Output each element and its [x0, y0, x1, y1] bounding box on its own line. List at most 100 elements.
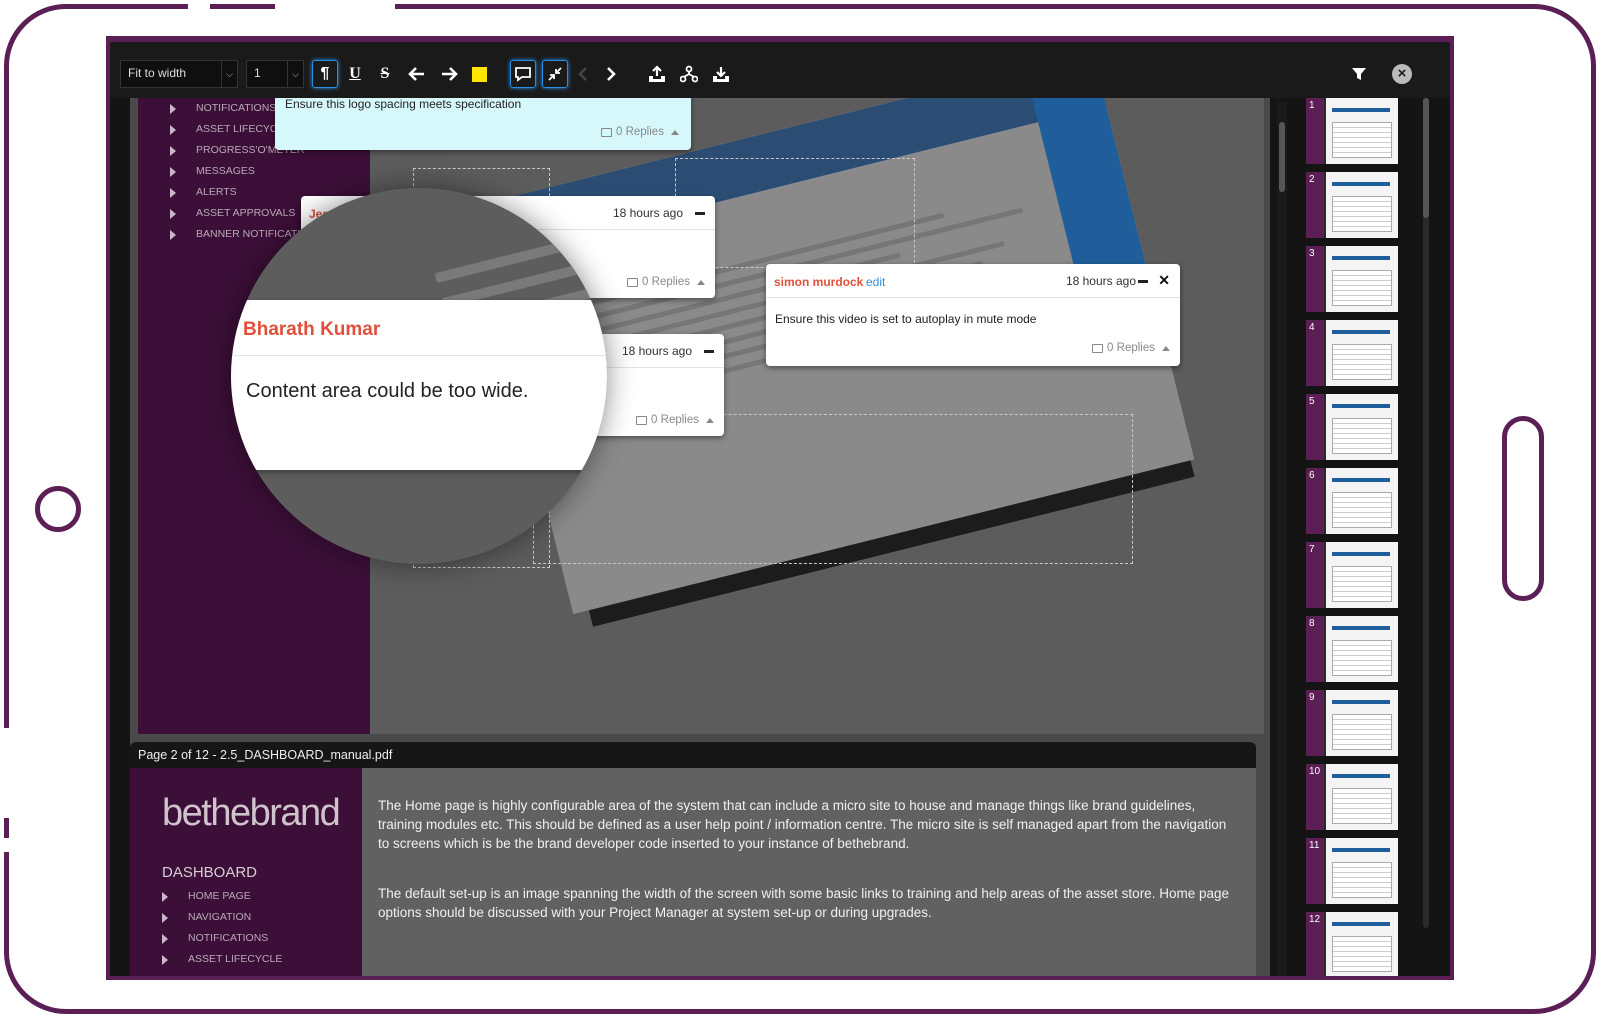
strikethrough-icon: S [380, 65, 390, 82]
next-button[interactable] [598, 60, 624, 88]
page-label: Page 2 of 12 - 2.5_DASHBOARD_manual.pdf [130, 742, 1256, 768]
chevron-down-icon: ⌵ [287, 61, 303, 87]
edit-link[interactable]: edit [866, 275, 885, 289]
document-viewport: NOTIFICATIONS ASSET LIFECYCLE PROGRESS'O… [130, 98, 1270, 976]
magnified-comment-card[interactable]: Bharath Kumar Content area could be too … [231, 300, 607, 470]
page-thumbnail[interactable]: 1 [1306, 98, 1398, 164]
annotation-region[interactable] [533, 414, 1133, 564]
share-button[interactable] [676, 60, 702, 88]
comment-icon [627, 277, 639, 287]
frame-gap [275, 0, 395, 12]
thumbnail-number: 1 [1309, 100, 1315, 111]
minimize-icon[interactable] [695, 212, 705, 215]
thumbnail-panel: 1 2 3 4 5 6 7 8 9 10 11 12 [1300, 98, 1420, 976]
document-scrollbar[interactable] [1277, 102, 1287, 976]
thumbnail-number: 9 [1309, 692, 1315, 703]
pilcrow-icon: ¶ [320, 65, 330, 82]
thumbnail-number: 2 [1309, 174, 1315, 185]
scrollbar-thumb[interactable] [1279, 122, 1285, 192]
page-thumbnail[interactable]: 12 [1306, 912, 1398, 976]
comment-author: Bharath Kumar [243, 319, 381, 340]
page-thumbnail[interactable]: 4 [1306, 320, 1398, 386]
caret-up-icon [670, 129, 679, 135]
comment-icon [601, 127, 612, 137]
chevron-down-icon: ⌵ [221, 61, 237, 87]
replies-toggle[interactable]: 0 Replies [1092, 342, 1170, 354]
collapse-icon [548, 67, 562, 81]
upload-button[interactable] [644, 60, 670, 88]
comment-card[interactable]: Ensure this logo spacing meets specifica… [275, 98, 691, 150]
thumbnail-number: 8 [1309, 618, 1315, 629]
comment-icon [515, 67, 531, 82]
page-thumbnail[interactable]: 11 [1306, 838, 1398, 904]
replies-count: 0 Replies [616, 126, 664, 138]
arrow-right-icon [442, 67, 458, 81]
comment-icon [1092, 343, 1104, 353]
underline-icon: U [349, 65, 361, 82]
thumbnail-scrollbar[interactable] [1423, 98, 1429, 928]
arrow-left-icon [408, 67, 424, 81]
chevron-right-icon [607, 67, 616, 81]
page-thumbnail[interactable]: 7 [1306, 542, 1398, 608]
minimize-icon[interactable] [1138, 280, 1148, 283]
comment-card[interactable]: simon murdock edit 18 hours ago ✕ Ensure… [766, 264, 1180, 366]
replies-count: 0 Replies [642, 276, 690, 288]
thumbnail-number: 6 [1309, 470, 1315, 481]
nav-item: ALERTS [168, 182, 316, 203]
color-swatch-icon [471, 66, 487, 82]
previous-button[interactable] [570, 60, 596, 88]
page-thumbnail[interactable]: 6 [1306, 468, 1398, 534]
page-1: NOTIFICATIONS ASSET LIFECYCLE PROGRESS'O… [138, 98, 1264, 734]
nav-item: NAVIGATION [160, 907, 282, 928]
caret-up-icon [1162, 345, 1170, 351]
comment-time: 18 hours ago [621, 344, 692, 358]
page-thumbnail[interactable]: 8 [1306, 616, 1398, 682]
filter-icon [1352, 68, 1366, 80]
nav-item: HOME PAGE [160, 886, 282, 907]
page-thumbnail[interactable]: 2 [1306, 172, 1398, 238]
page-thumbnail[interactable]: 3 [1306, 246, 1398, 312]
minimize-icon[interactable] [704, 350, 714, 353]
comment-time: 18 hours ago [1065, 274, 1136, 288]
filter-button[interactable] [1346, 60, 1372, 88]
replies-toggle[interactable]: 0 Replies [627, 276, 705, 288]
highlight-color-button[interactable] [466, 60, 492, 88]
side-button [1502, 416, 1544, 601]
caret-up-icon [697, 279, 705, 285]
strikethrough-button[interactable]: S [372, 60, 398, 88]
hierarchy-icon [680, 65, 698, 83]
replies-count: 0 Replies [651, 414, 699, 426]
close-icon[interactable]: ✕ [1158, 272, 1170, 289]
zoom-select[interactable]: Fit to width ⌵ [120, 60, 238, 88]
scrollbar-thumb[interactable] [1423, 98, 1429, 218]
toolbar: Fit to width ⌵ 1 ⌵ ¶ U S × [110, 42, 1450, 98]
collapse-button[interactable] [542, 60, 568, 88]
comment-author: simon murdock [774, 275, 864, 289]
nav-item: MESSAGES [168, 161, 316, 182]
thumbnail-number: 3 [1309, 248, 1315, 259]
replies-toggle[interactable]: 0 Replies [601, 126, 679, 138]
thumbnail-number: 10 [1309, 766, 1321, 777]
thumbnail-number: 11 [1309, 840, 1320, 851]
page-thumbnail[interactable]: 9 [1306, 690, 1398, 756]
comment-body: Ensure this video is set to autoplay in … [775, 312, 1037, 326]
comment-header: Bharath Kumar [231, 300, 607, 356]
page-select[interactable]: 1 ⌵ [246, 60, 304, 88]
arrow-right-button[interactable] [436, 60, 462, 88]
underline-button[interactable]: U [342, 60, 368, 88]
page-thumbnail[interactable]: 5 [1306, 394, 1398, 460]
viewer-screen: Fit to width ⌵ 1 ⌵ ¶ U S × NOTIFICATIONS… [106, 36, 1454, 980]
arrow-left-button[interactable] [404, 60, 430, 88]
comment-button[interactable] [510, 60, 536, 88]
thumbnail-number: 12 [1309, 914, 1321, 925]
brand-logo: bethebrand [162, 792, 341, 834]
comment-icon [636, 415, 648, 425]
body-paragraph: The Home page is highly configurable are… [378, 798, 1227, 851]
download-button[interactable] [708, 60, 734, 88]
replies-toggle[interactable]: 0 Replies [636, 414, 714, 426]
close-viewer-button[interactable]: × [1392, 64, 1412, 84]
close-icon: × [1397, 65, 1407, 82]
paragraph-mark-button[interactable]: ¶ [312, 60, 338, 88]
page-thumbnail[interactable]: 10 [1306, 764, 1398, 830]
comment-time: 18 hours ago [612, 206, 683, 220]
